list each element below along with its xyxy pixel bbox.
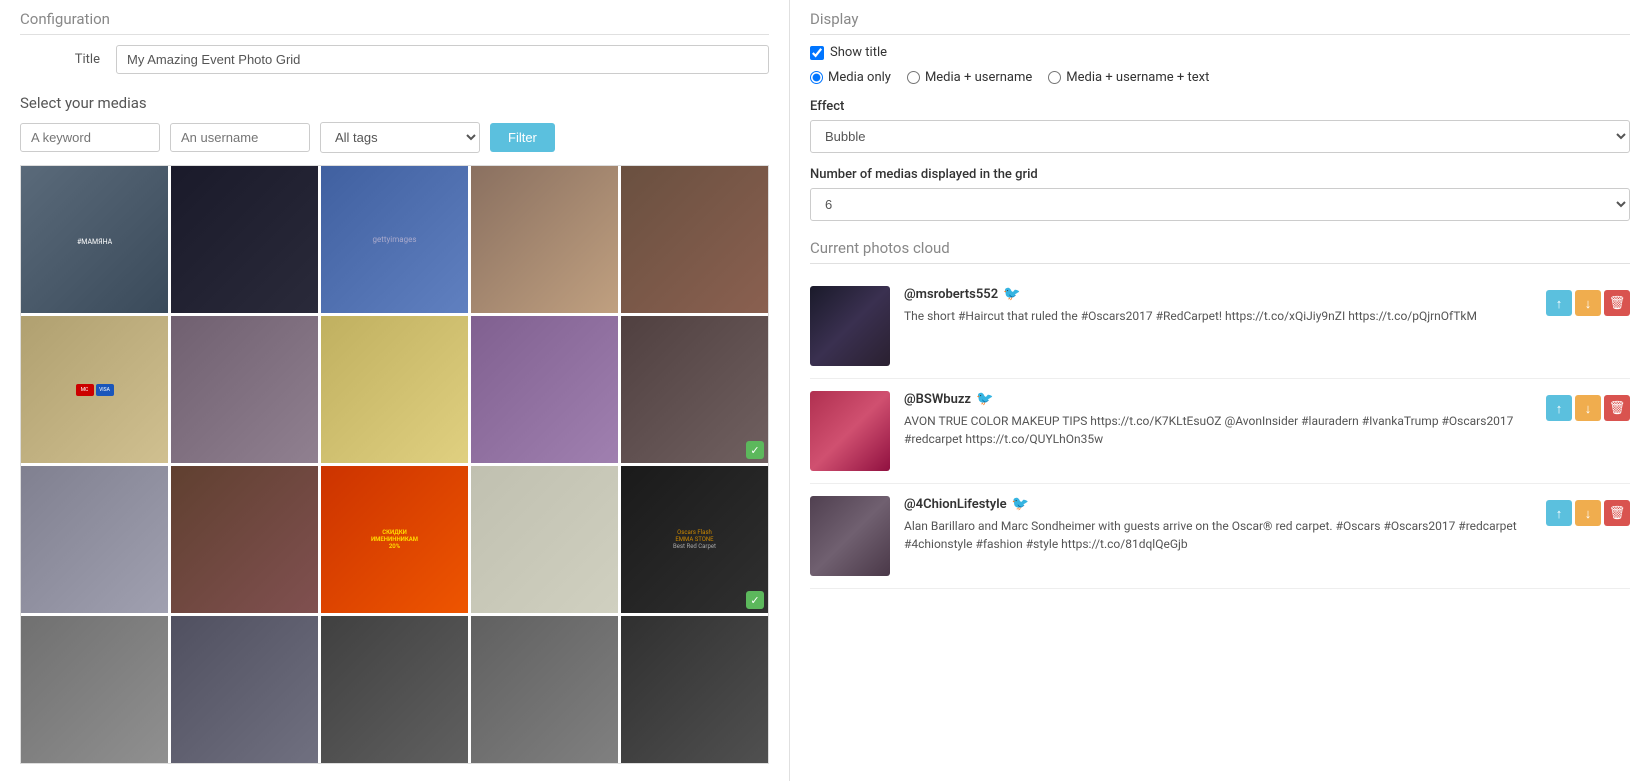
show-title-checkbox[interactable]: [810, 46, 824, 60]
photo-cell[interactable]: [321, 316, 468, 463]
delete-button[interactable]: 🗑: [1604, 500, 1630, 526]
photo-cell[interactable]: СКИДКИИМЕНИННИКАМ20%: [321, 466, 468, 613]
photo-cell[interactable]: gettyimages: [321, 166, 468, 313]
photo-cell[interactable]: [471, 616, 618, 763]
post-item: @msroberts552 🐦 The short #Haircut that …: [810, 274, 1630, 379]
post-item: @4ChionLifestyle 🐦 Alan Barillaro and Ma…: [810, 484, 1630, 589]
effect-select[interactable]: Bubble Fade Slide None: [810, 120, 1630, 153]
photo-cell[interactable]: [171, 466, 318, 613]
twitter-icon: 🐦: [1003, 286, 1020, 302]
move-down-button[interactable]: ↓: [1575, 395, 1601, 421]
post-username: @BSWbuzz 🐦: [904, 391, 1532, 407]
delete-button[interactable]: 🗑: [1604, 395, 1630, 421]
photo-cell[interactable]: Oscars FlashEMMA STONEBest Red Carpet ✓: [621, 466, 768, 613]
title-label: Title: [20, 52, 100, 67]
post-thumbnail: [810, 391, 890, 471]
photo-cell[interactable]: MC VISA: [21, 316, 168, 463]
photo-cell[interactable]: [621, 166, 768, 313]
post-text: AVON TRUE COLOR MAKEUP TIPS https://t.co…: [904, 412, 1532, 448]
photo-cell[interactable]: ✓: [621, 316, 768, 463]
photo-cell[interactable]: [471, 166, 618, 313]
twitter-icon: 🐦: [976, 391, 993, 407]
post-text: Alan Barillaro and Marc Sondheimer with …: [904, 517, 1532, 553]
username-input[interactable]: [170, 123, 310, 152]
delete-button[interactable]: 🗑: [1604, 290, 1630, 316]
photo-cell[interactable]: [471, 466, 618, 613]
media-username-text-radio[interactable]: [1048, 71, 1061, 84]
media-username-radio[interactable]: [907, 71, 920, 84]
post-text: The short #Haircut that ruled the #Oscar…: [904, 307, 1532, 325]
post-username: @4ChionLifestyle 🐦: [904, 496, 1532, 512]
photo-grid: #МАМЯНА gettyimages MC: [20, 165, 769, 764]
move-up-button[interactable]: ↑: [1546, 395, 1572, 421]
show-title-label: Show title: [830, 45, 887, 60]
media-only-label: Media only: [828, 70, 891, 85]
svg-text:#МАМЯНА: #МАМЯНА: [77, 238, 113, 246]
media-username-option[interactable]: Media + username: [907, 70, 1032, 85]
post-thumbnail: [810, 496, 890, 576]
tags-select[interactable]: All tags: [320, 122, 480, 153]
move-up-button[interactable]: ↑: [1546, 500, 1572, 526]
post-info: @BSWbuzz 🐦 AVON TRUE COLOR MAKEUP TIPS h…: [904, 391, 1532, 448]
current-photos-title: Current photos cloud: [810, 239, 1630, 264]
filter-button[interactable]: Filter: [490, 123, 555, 152]
photo-cell[interactable]: #МАМЯНА: [21, 166, 168, 313]
media-username-text-label: Media + username + text: [1066, 70, 1209, 85]
photo-cell[interactable]: [21, 466, 168, 613]
photo-cell[interactable]: [21, 616, 168, 763]
move-up-button[interactable]: ↑: [1546, 290, 1572, 316]
post-info: @msroberts552 🐦 The short #Haircut that …: [904, 286, 1532, 325]
display-section-title: Display: [810, 10, 1630, 35]
post-item: @BSWbuzz 🐦 AVON TRUE COLOR MAKEUP TIPS h…: [810, 379, 1630, 484]
photo-cell[interactable]: [621, 616, 768, 763]
post-actions: ↑ ↓ 🗑: [1546, 286, 1630, 316]
post-thumbnail: [810, 286, 890, 366]
twitter-icon: 🐦: [1012, 496, 1029, 512]
post-username: @msroberts552 🐦: [904, 286, 1532, 302]
photo-cell[interactable]: [171, 616, 318, 763]
media-username-label: Media + username: [925, 70, 1032, 85]
media-only-radio[interactable]: [810, 71, 823, 84]
title-input[interactable]: [116, 45, 769, 74]
keyword-input[interactable]: [20, 123, 160, 152]
move-down-button[interactable]: ↓: [1575, 500, 1601, 526]
num-medias-select[interactable]: 12345 678910: [810, 188, 1630, 221]
num-medias-label: Number of medias displayed in the grid: [810, 167, 1630, 182]
post-actions: ↑ ↓ 🗑: [1546, 496, 1630, 526]
photo-cell[interactable]: [471, 316, 618, 463]
media-username-text-option[interactable]: Media + username + text: [1048, 70, 1209, 85]
photo-cell[interactable]: [321, 616, 468, 763]
effect-label: Effect: [810, 99, 1630, 114]
photo-cell[interactable]: [171, 166, 318, 313]
config-section-title: Configuration: [20, 10, 769, 35]
select-medias-title: Select your medias: [20, 94, 769, 112]
post-actions: ↑ ↓ 🗑: [1546, 391, 1630, 421]
move-down-button[interactable]: ↓: [1575, 290, 1601, 316]
post-info: @4ChionLifestyle 🐦 Alan Barillaro and Ma…: [904, 496, 1532, 553]
photo-cell[interactable]: [171, 316, 318, 463]
media-only-option[interactable]: Media only: [810, 70, 891, 85]
